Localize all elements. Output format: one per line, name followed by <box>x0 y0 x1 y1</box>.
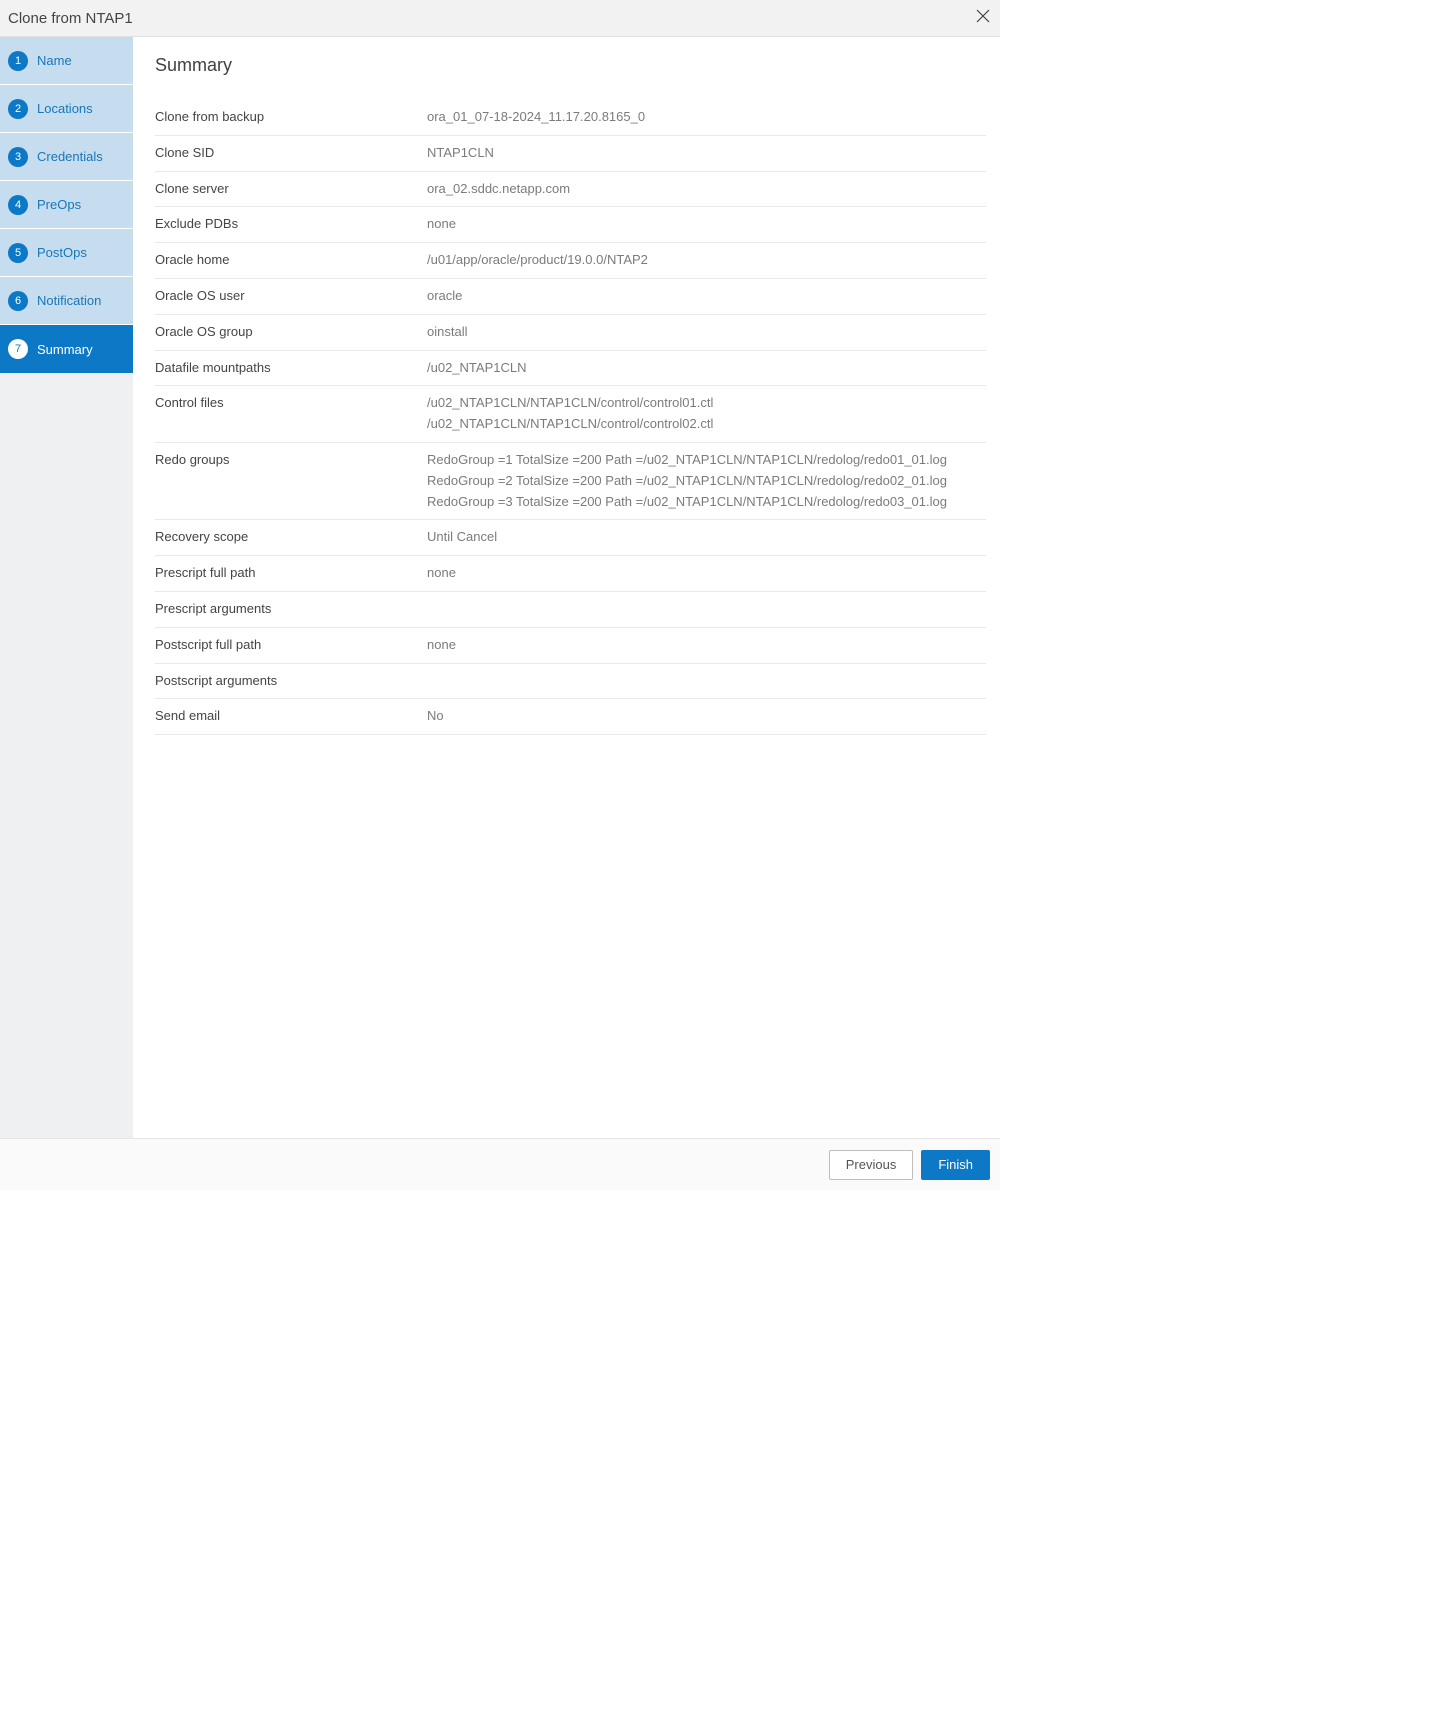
summary-value: No <box>427 706 444 727</box>
summary-value: /u01/app/oracle/product/19.0.0/NTAP2 <box>427 250 648 271</box>
summary-row-exclude-pdbs: Exclude PDBs none <box>155 207 986 243</box>
step-number: 6 <box>8 291 28 311</box>
summary-key: Datafile mountpaths <box>155 358 427 379</box>
summary-key: Oracle home <box>155 250 427 271</box>
summary-row-datafile-mountpaths: Datafile mountpaths /u02_NTAP1CLN <box>155 351 986 387</box>
summary-key: Exclude PDBs <box>155 214 427 235</box>
summary-row-clone-sid: Clone SID NTAP1CLN <box>155 136 986 172</box>
dialog-body: 1 Name 2 Locations 3 Credentials 4 PreOp… <box>0 37 1000 1138</box>
wizard-step-summary[interactable]: 7 Summary <box>0 325 133 373</box>
step-number: 1 <box>8 51 28 71</box>
summary-key: Clone server <box>155 179 427 200</box>
summary-key: Recovery scope <box>155 527 427 548</box>
step-label: Name <box>37 53 72 68</box>
step-number: 5 <box>8 243 28 263</box>
main-panel: Summary Clone from backup ora_01_07-18-2… <box>133 37 1000 1138</box>
step-label: PostOps <box>37 245 87 260</box>
summary-value: /u02_NTAP1CLN <box>427 358 526 379</box>
summary-key: Control files <box>155 393 427 435</box>
finish-button[interactable]: Finish <box>921 1150 990 1180</box>
summary-row-clone-server: Clone server ora_02.sddc.netapp.com <box>155 172 986 208</box>
summary-value: none <box>427 214 456 235</box>
summary-key: Send email <box>155 706 427 727</box>
summary-key: Prescript arguments <box>155 599 427 620</box>
summary-key: Oracle OS user <box>155 286 427 307</box>
summary-row-send-email: Send email No <box>155 699 986 735</box>
summary-row-oracle-os-user: Oracle OS user oracle <box>155 279 986 315</box>
summary-row-prescript-arguments: Prescript arguments <box>155 592 986 628</box>
summary-key: Clone SID <box>155 143 427 164</box>
summary-value: none <box>427 563 456 584</box>
close-icon[interactable] <box>976 9 990 28</box>
summary-value: oinstall <box>427 322 467 343</box>
wizard-step-credentials[interactable]: 3 Credentials <box>0 133 133 181</box>
page-title: Summary <box>155 55 986 76</box>
summary-value: RedoGroup =1 TotalSize =200 Path =/u02_N… <box>427 450 947 512</box>
previous-button[interactable]: Previous <box>829 1150 914 1180</box>
summary-value: ora_02.sddc.netapp.com <box>427 179 570 200</box>
wizard-step-preops[interactable]: 4 PreOps <box>0 181 133 229</box>
step-label: Locations <box>37 101 93 116</box>
summary-value: /u02_NTAP1CLN/NTAP1CLN/control/control01… <box>427 393 713 435</box>
step-label: Credentials <box>37 149 103 164</box>
summary-key: Postscript arguments <box>155 671 427 692</box>
summary-row-control-files: Control files /u02_NTAP1CLN/NTAP1CLN/con… <box>155 386 986 443</box>
summary-row-redo-groups: Redo groups RedoGroup =1 TotalSize =200 … <box>155 443 986 520</box>
wizard-sidebar: 1 Name 2 Locations 3 Credentials 4 PreOp… <box>0 37 133 1138</box>
summary-value: ora_01_07-18-2024_11.17.20.8165_0 <box>427 107 645 128</box>
summary-row-clone-from-backup: Clone from backup ora_01_07-18-2024_11.1… <box>155 100 986 136</box>
summary-key: Postscript full path <box>155 635 427 656</box>
step-label: Notification <box>37 293 101 308</box>
step-label: PreOps <box>37 197 81 212</box>
wizard-step-locations[interactable]: 2 Locations <box>0 85 133 133</box>
summary-key: Oracle OS group <box>155 322 427 343</box>
dialog-footer: Previous Finish <box>0 1138 1000 1190</box>
wizard-step-name[interactable]: 1 Name <box>0 37 133 85</box>
wizard-step-notification[interactable]: 6 Notification <box>0 277 133 325</box>
step-number: 7 <box>8 339 28 359</box>
summary-row-recovery-scope: Recovery scope Until Cancel <box>155 520 986 556</box>
summary-value: Until Cancel <box>427 527 497 548</box>
dialog-header: Clone from NTAP1 <box>0 0 1000 37</box>
step-number: 3 <box>8 147 28 167</box>
dialog-title: Clone from NTAP1 <box>8 10 133 27</box>
summary-row-postscript-full-path: Postscript full path none <box>155 628 986 664</box>
summary-value: none <box>427 635 456 656</box>
summary-value: NTAP1CLN <box>427 143 494 164</box>
summary-key: Clone from backup <box>155 107 427 128</box>
summary-row-prescript-full-path: Prescript full path none <box>155 556 986 592</box>
summary-value: oracle <box>427 286 462 307</box>
summary-row-oracle-home: Oracle home /u01/app/oracle/product/19.0… <box>155 243 986 279</box>
step-number: 4 <box>8 195 28 215</box>
summary-key: Prescript full path <box>155 563 427 584</box>
summary-row-oracle-os-group: Oracle OS group oinstall <box>155 315 986 351</box>
step-label: Summary <box>37 342 93 357</box>
summary-key: Redo groups <box>155 450 427 512</box>
step-number: 2 <box>8 99 28 119</box>
summary-row-postscript-arguments: Postscript arguments <box>155 664 986 700</box>
wizard-step-postops[interactable]: 5 PostOps <box>0 229 133 277</box>
